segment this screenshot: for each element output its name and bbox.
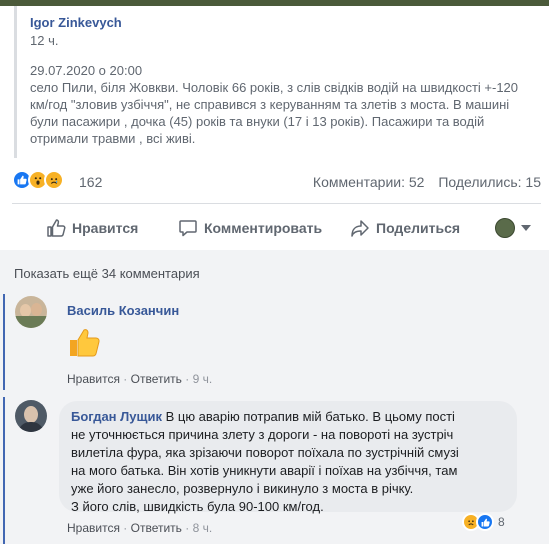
like-button[interactable]: Нравится (46, 212, 138, 244)
post-stats: 162 Комментарии: 52 Поделились: 15 (12, 170, 541, 194)
comment-text: В цю аварію потрапив мій батько. В цьому… (165, 409, 455, 424)
comment-author[interactable]: Василь Козанчин (67, 303, 179, 318)
comment-text: З його слів, швидкість була 90-100 км/го… (71, 499, 324, 514)
comment-like-link[interactable]: Нравится (67, 372, 120, 386)
reaction-count[interactable]: 162 (79, 174, 102, 190)
comment-reply-link[interactable]: Ответить (131, 521, 182, 535)
avatar[interactable] (15, 400, 47, 432)
comment-reactions[interactable]: 8 (462, 512, 505, 532)
like-button-label: Нравится (72, 220, 139, 236)
comment-time[interactable]: 8 ч. (193, 521, 213, 535)
audience-selector[interactable] (495, 218, 531, 238)
thumbs-up-icon (70, 329, 100, 357)
shared-post-date: 29.07.2020 о 20:00 (30, 63, 143, 78)
shared-post-author[interactable]: Igor Zinkevych (30, 15, 122, 30)
comment-text: на мого батька. Він хотів уникнути аварі… (71, 463, 458, 478)
comment-reaction-count: 8 (498, 515, 505, 529)
page-avatar (495, 218, 515, 238)
share-button-label: Поделиться (376, 220, 461, 236)
thumbs-up-icon (47, 219, 66, 237)
shared-post-body: 29.07.2020 о 20:00 село Пили, біля Жовкв… (30, 62, 540, 147)
divider (12, 203, 541, 204)
comment-highlight-bar (3, 294, 5, 390)
avatar[interactable] (15, 296, 47, 328)
post-actions: Нравится Комментировать Поделиться (12, 212, 541, 244)
shares-count-link[interactable]: Поделились: 15 (438, 174, 541, 190)
chevron-down-icon (521, 225, 531, 231)
comment-icon (179, 220, 197, 237)
comment-text: уже його занесло, розвернуло і викинуло … (71, 481, 414, 496)
comment-button-label: Комментировать (204, 220, 323, 236)
shared-post-line: село Пили, біля Жовкви. Чоловік 66 років… (30, 80, 519, 95)
comment-meta: Нравится · Ответить · 8 ч. (67, 521, 213, 535)
reaction-summary[interactable] (12, 170, 64, 192)
share-button[interactable]: Поделиться (350, 212, 460, 244)
comments-count-link[interactable]: Комментарии: 52 (313, 174, 425, 190)
shared-post-line: км/год "зловив узбіччя", не справився з … (30, 97, 510, 112)
comment-like-link[interactable]: Нравится (67, 521, 120, 535)
shared-post-time[interactable]: 12 ч. (30, 33, 58, 48)
comment-button[interactable]: Комментировать (178, 212, 322, 244)
comment-bubble: Богдан Лущик В цю аварію потрапив мій ба… (59, 401, 517, 514)
comment-text: вилетіла фура, яка зрізаючи поворот поїх… (71, 445, 459, 460)
comment-author[interactable]: Богдан Лущик (71, 409, 162, 424)
view-more-comments-link[interactable]: Показать ещё 34 комментария (14, 266, 200, 281)
comment-meta: Нравится · Ответить · 9 ч. (67, 372, 213, 386)
comment-time[interactable]: 9 ч. (193, 372, 213, 386)
comment-text: не уточнюється причина злету з дороги - … (71, 427, 454, 442)
shared-post-line: отримали травми , всі живі. (30, 131, 196, 146)
share-icon (351, 220, 369, 237)
comment-first-line: Богдан Лущик В цю аварію потрапив мій ба… (71, 408, 505, 426)
comment-highlight-bar (3, 397, 5, 544)
engagement-counts: Комментарии: 52 Поделились: 15 (303, 174, 541, 190)
shared-post-line: були пасажири , дочка (45) років та внук… (30, 114, 485, 129)
shared-post: Igor Zinkevych 12 ч. 29.07.2020 о 20:00 … (14, 6, 543, 158)
like-reaction-icon (476, 513, 494, 531)
sad-reaction-icon (44, 170, 64, 190)
comment-reply-link[interactable]: Ответить (131, 372, 182, 386)
